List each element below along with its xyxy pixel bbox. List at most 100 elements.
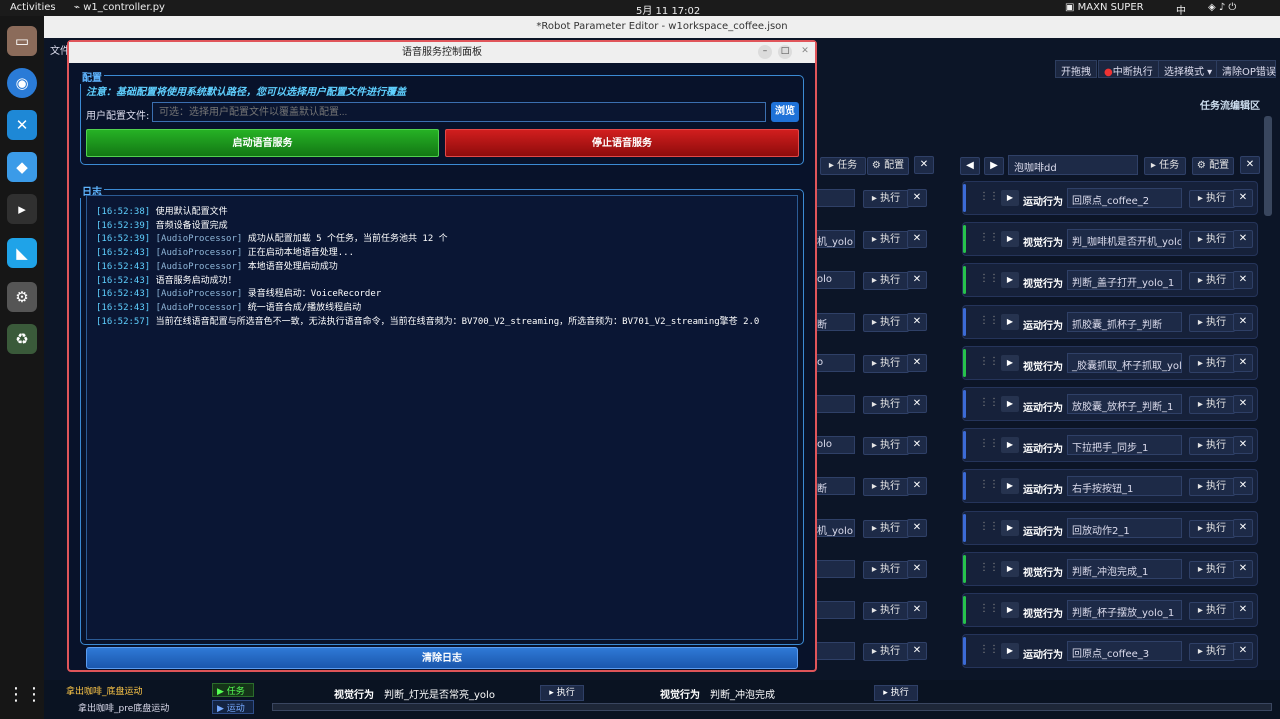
chromium-icon[interactable]: ◉	[7, 68, 37, 98]
bottom-card-2[interactable]: 视觉行为 判断_冲泡完成	[660, 686, 775, 701]
drag-handle-icon[interactable]: ⋮⋮	[979, 479, 999, 490]
card-exec-button[interactable]: ▸ 执行	[1189, 519, 1235, 538]
card-delete-button[interactable]: ✕	[907, 559, 927, 578]
workflow-card[interactable]: ⋮⋮ ▶ 运动行为 放胶囊_放杯子_判断_1 ▸ 执行 ✕	[962, 387, 1258, 421]
card-exec-button[interactable]: ▸ 执行	[1189, 560, 1235, 579]
settings-icon[interactable]: ⚙	[7, 282, 37, 312]
gpu-indicator[interactable]: ▣ MAXN SUPER	[1065, 2, 1144, 13]
toggle-drag-button[interactable]: 开拖拽	[1055, 60, 1097, 78]
play-button[interactable]: ▶	[1001, 560, 1019, 577]
card-exec-button[interactable]: ▸ 执行	[863, 602, 909, 620]
left-column-card[interactable]: 断 ▸ 执行 ✕	[813, 312, 935, 340]
workflow-card[interactable]: ⋮⋮ ▶ 运动行为 抓胶囊_抓杯子_判断 ▸ 执行 ✕	[962, 304, 1258, 339]
workflow-card[interactable]: ⋮⋮ ▶ 视觉行为 _胶囊抓取_杯子抓取_yolo ▸ 执行 ✕	[962, 345, 1258, 380]
card-exec-button[interactable]: ▸ 执行	[863, 437, 909, 456]
left-column-card[interactable]: ▸ 执行 ✕	[813, 641, 935, 669]
left-column-card[interactable]: o ▸ 执行 ✕	[813, 353, 935, 381]
card-delete-button[interactable]: ✕	[1233, 559, 1253, 578]
play-button[interactable]: ▶	[1001, 231, 1019, 248]
clear-log-button[interactable]: 清除日志	[86, 647, 798, 669]
workflow-card[interactable]: ⋮⋮ ▶ 运动行为 回放动作2_1 ▸ 执行 ✕	[962, 510, 1258, 545]
card-name-field[interactable]: 断	[813, 477, 855, 496]
drag-handle-icon[interactable]: ⋮⋮	[979, 521, 999, 532]
input-method[interactable]: 中	[1176, 2, 1186, 17]
card-name-field[interactable]: 放胶囊_放杯子_判断_1	[1067, 394, 1182, 414]
card-name-field[interactable]: _胶囊抓取_杯子抓取_yolo	[1067, 352, 1182, 373]
drag-handle-icon[interactable]: ⋮⋮	[979, 644, 999, 655]
card-name-field[interactable]	[813, 601, 855, 619]
workflow-card[interactable]: ⋮⋮ ▶ 运动行为 回原点_coffee_3 ▸ 执行 ✕	[962, 634, 1258, 669]
bottom-task-tag[interactable]: ▶ 任务	[212, 683, 254, 697]
card-delete-button[interactable]: ✕	[1233, 477, 1253, 496]
card-delete-button[interactable]: ✕	[1233, 642, 1253, 661]
card-name-field[interactable]: 判_咖啡机是否开机_yolo_1	[1067, 229, 1182, 250]
close-button[interactable]: ✕	[798, 45, 812, 59]
card-delete-button[interactable]: ✕	[1233, 230, 1253, 249]
card-delete-button[interactable]: ✕	[1233, 601, 1253, 619]
browse-button[interactable]: 浏览	[771, 102, 799, 122]
card-delete-button[interactable]: ✕	[907, 477, 927, 496]
message-app-icon[interactable]: ◆	[7, 152, 37, 182]
card-exec-button[interactable]: ▸ 执行	[863, 231, 909, 250]
card-exec-button[interactable]: ▸ 执行	[863, 643, 909, 662]
col2-task-button[interactable]: ▸ 任务	[1144, 157, 1186, 175]
card-name-field[interactable]: 机_yolo	[813, 230, 855, 249]
play-button[interactable]: ▶	[1001, 602, 1019, 618]
col2-next-button[interactable]: ▶	[984, 157, 1004, 175]
col2-prev-button[interactable]: ◀	[960, 157, 980, 175]
vscode-icon[interactable]: ✕	[7, 110, 37, 140]
card-delete-button[interactable]: ✕	[1233, 436, 1253, 455]
feishu-icon[interactable]: ◣	[7, 238, 37, 268]
left-column-card[interactable]: ▸ 执行 ✕	[813, 394, 935, 422]
left-column-card[interactable]: olo ▸ 执行 ✕	[813, 435, 935, 463]
card-exec-button[interactable]: ▸ 执行	[863, 313, 909, 332]
col2-close-button[interactable]: ✕	[1240, 156, 1260, 174]
card-name-field[interactable]: 判断_杯子摆放_yolo_1	[1067, 600, 1182, 620]
card-exec-button[interactable]: ▸ 执行	[863, 354, 909, 373]
card-exec-button[interactable]: ▸ 执行	[1189, 437, 1235, 456]
clear-op-error-button[interactable]: 清除OP错误	[1216, 60, 1276, 78]
card-name-field[interactable]: o	[813, 353, 855, 372]
play-button[interactable]: ▶	[1001, 478, 1019, 495]
card-name-field[interactable]: 下拉把手_同步_1	[1067, 435, 1182, 456]
play-button[interactable]: ▶	[1001, 396, 1019, 412]
stop-voice-service-button[interactable]: 停止语音服务	[445, 129, 799, 157]
user-config-input[interactable]	[152, 102, 766, 122]
drag-handle-icon[interactable]: ⋮⋮	[979, 273, 999, 284]
card-delete-button[interactable]: ✕	[907, 312, 927, 331]
workflow-card[interactable]: ⋮⋮▶ 视觉行为判_咖啡机是否开机_yolo_1 ▸ 执行✕	[962, 222, 1258, 257]
col2-task-name-input[interactable]: 泡咖啡dd	[1008, 155, 1138, 175]
card-delete-button[interactable]: ✕	[907, 436, 927, 455]
card-delete-button[interactable]: ✕	[907, 189, 927, 207]
card-name-field[interactable]: 断	[813, 312, 855, 331]
card-name-field[interactable]: 抓胶囊_抓杯子_判断	[1067, 311, 1182, 332]
bottom-item-2[interactable]: 拿出咖啡_pre底盘运动	[78, 701, 169, 714]
files-icon[interactable]: ▭	[7, 26, 37, 56]
play-button[interactable]: ▶	[1001, 354, 1019, 371]
system-status-icons[interactable]: ◈ ♪ ⏻	[1208, 2, 1236, 13]
card-delete-button[interactable]: ✕	[1233, 518, 1253, 537]
card-exec-button[interactable]: ▸ 执行	[1189, 354, 1235, 373]
show-apps-icon[interactable]: ⋮⋮⋮	[7, 680, 61, 710]
card-name-field[interactable]: olo	[813, 436, 855, 455]
card-name-field[interactable]	[813, 642, 855, 661]
activities-button[interactable]: Activities	[10, 2, 56, 13]
play-button[interactable]: ▶	[1001, 437, 1019, 454]
card-name-field[interactable]	[813, 559, 855, 578]
card-exec-button[interactable]: ▸ 执行	[863, 478, 909, 497]
bottom-move-tag[interactable]: ▶ 运动	[212, 700, 254, 714]
drag-handle-icon[interactable]: ⋮⋮	[979, 191, 999, 202]
card-exec-button[interactable]: ▸ 执行	[863, 272, 909, 291]
card-name-field[interactable]: 机_yolo	[813, 518, 855, 537]
card-exec-button[interactable]: ▸ 执行	[863, 519, 909, 538]
workflow-card[interactable]: ⋮⋮ ▶ 视觉行为 判断_杯子摆放_yolo_1 ▸ 执行 ✕	[962, 593, 1258, 627]
card-delete-button[interactable]: ✕	[907, 230, 927, 249]
start-voice-service-button[interactable]: 启动语音服务	[86, 129, 439, 157]
horizontal-scrollbar[interactable]	[272, 703, 1272, 711]
drag-handle-icon[interactable]: ⋮⋮	[979, 356, 999, 367]
play-button[interactable]: ▶	[1001, 190, 1019, 206]
card-exec-button[interactable]: ▸ 执行	[1189, 643, 1235, 662]
card-name-field[interactable]: 右手按按钮_1	[1067, 476, 1182, 497]
bottom-item-1[interactable]: 拿出咖啡_底盘运动	[66, 684, 143, 697]
select-mode-button[interactable]: 选择模式 ▾	[1158, 60, 1219, 78]
